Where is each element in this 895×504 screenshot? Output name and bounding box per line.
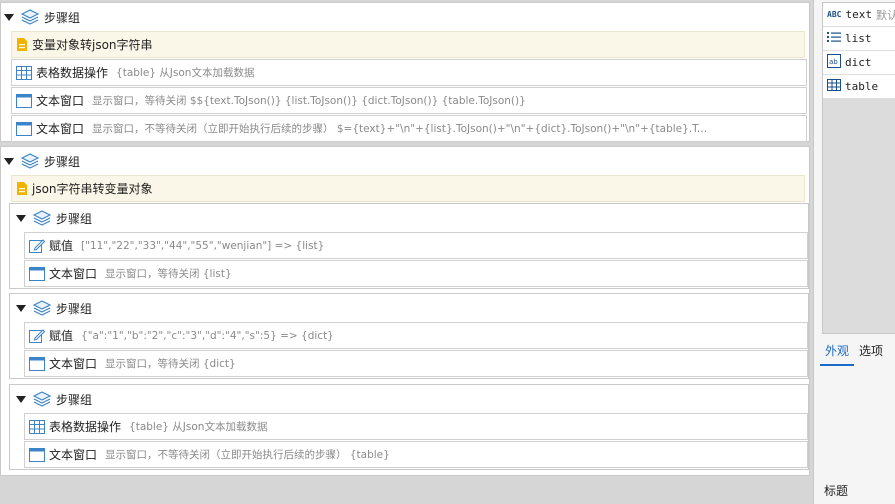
note-step[interactable]: json字符串转变量对象 [11,175,805,202]
step-description: 显示窗口，等待关闭 {list} [105,268,232,280]
step-row[interactable]: 文本窗口 显示窗口，等待关闭 {dict} [24,350,808,377]
step-group-title: 步骤组 [56,392,93,407]
step-description: 显示窗口，等待关闭 {dict} [105,358,236,370]
workflow-editor: 步骤组 变量对象转json字符串 表格数据操作 {table} 从Json文本加… [0,0,813,504]
variable-list[interactable]: ABC text 默认 list ab dict table [822,2,895,334]
svg-text:ab: ab [829,58,838,66]
layers-icon [33,391,51,407]
sub-step-group-1[interactable]: 步骤组 赋值 ["11","22","33","44","55","wenjia… [9,203,809,289]
step-label: 文本窗口 [36,122,85,136]
sub-step-group-2[interactable]: 步骤组 赋值 {"a":"1","b":"2","c":"3","d":"4",… [9,293,809,379]
step-label: 赋值 [49,329,74,343]
window-icon [29,356,45,371]
step-row[interactable]: 文本窗口 显示窗口，不等待关闭（立即开始执行后续的步骤） {table} [24,441,808,468]
step-group-header[interactable]: 步骤组 [16,205,92,231]
step-description: ["11","22","33","44","55","wenjian"] => … [81,239,325,252]
note-text: 变量对象转json字符串 [32,38,153,52]
edit-icon [29,328,45,343]
tab-options[interactable]: 选项 [854,340,888,366]
step-label: 文本窗口 [49,267,98,281]
variable-name: text [845,8,872,21]
step-group-title: 步骤组 [56,301,93,316]
variable-name: table [845,80,879,93]
step-label: 文本窗口 [49,448,98,462]
layers-icon [21,9,39,25]
title-label: 标题 [824,484,849,498]
variable-item-dict[interactable]: ab dict [823,51,895,75]
sub-step-group-3[interactable]: 步骤组 表格数据操作 {table} 从Json文本加载数据 文本窗口 显示窗口… [9,384,809,470]
property-tabs: 外观 选项 [820,340,888,366]
step-group-2[interactable]: 步骤组 json字符串转变量对象 步骤组 赋值 ["11","22","33",… [0,146,810,476]
step-description: 显示窗口，不等待关闭（立即开始执行后续的步骤） $={text}+"\n"+{l… [92,123,713,135]
step-group-header[interactable]: 步骤组 [4,4,80,30]
step-label: 表格数据操作 [36,66,109,80]
abc-icon: ABC [827,10,842,19]
properties-panel: ABC text 默认 list ab dict table 外观 选项 标题 [813,0,895,504]
layers-icon [33,210,51,226]
step-label: 文本窗口 [49,357,98,371]
step-description: {table} 从Json文本加载数据 [116,67,255,79]
step-group-header[interactable]: 步骤组 [4,148,80,174]
step-row[interactable]: 文本窗口 显示窗口，不等待关闭（立即开始执行后续的步骤） $={text}+"\… [11,115,807,142]
table-icon [29,419,45,434]
window-icon [29,447,45,462]
note-icon [16,37,28,52]
table-icon [16,65,32,80]
step-group-1[interactable]: 步骤组 变量对象转json字符串 表格数据操作 {table} 从Json文本加… [0,2,810,142]
step-row[interactable]: 赋值 ["11","22","33","44","55","wenjian"] … [24,232,808,259]
tab-appearance[interactable]: 外观 [820,340,855,366]
note-text: json字符串转变量对象 [32,182,153,196]
variable-item-text[interactable]: ABC text 默认 [823,3,895,27]
step-row[interactable]: 表格数据操作 {table} 从Json文本加载数据 [11,59,807,86]
step-row[interactable]: 文本窗口 显示窗口，等待关闭 {list} [24,260,808,287]
collapse-arrow-icon[interactable] [16,304,26,312]
variable-name: list [845,32,872,45]
step-label: 表格数据操作 [49,420,122,434]
variable-item-table[interactable]: table [823,75,895,99]
step-label: 赋值 [49,239,74,253]
collapse-arrow-icon[interactable] [4,13,14,21]
step-row[interactable]: 赋值 {"a":"1","b":"2","c":"3","d":"4","s":… [24,322,808,349]
layers-icon [21,153,39,169]
variable-extra: 默认 [875,8,895,22]
collapse-arrow-icon[interactable] [16,395,26,403]
window-icon [16,121,32,136]
step-group-title: 步骤组 [44,10,81,25]
variable-name: dict [845,56,872,69]
note-step[interactable]: 变量对象转json字符串 [11,31,805,58]
note-icon [16,181,28,196]
step-row[interactable]: 文本窗口 显示窗口，等待关闭 $${text.ToJson()} {list.T… [11,87,807,114]
step-description: 显示窗口，不等待关闭（立即开始执行后续的步骤） {table} [105,449,390,461]
step-description: 显示窗口，等待关闭 $${text.ToJson()} {list.ToJson… [92,95,526,107]
step-group-header[interactable]: 步骤组 [16,295,92,321]
step-row[interactable]: 表格数据操作 {table} 从Json文本加载数据 [24,413,808,440]
step-group-title: 步骤组 [56,211,93,226]
layers-icon [33,300,51,316]
variable-item-list[interactable]: list [823,27,895,51]
step-label: 文本窗口 [36,94,85,108]
table-icon [827,79,841,94]
collapse-arrow-icon[interactable] [16,214,26,222]
step-description: {table} 从Json文本加载数据 [129,421,268,433]
window-icon [16,93,32,108]
step-description: {"a":"1","b":"2","c":"3","d":"4","s":5} … [81,329,334,342]
collapse-arrow-icon[interactable] [4,157,14,165]
step-group-title: 步骤组 [44,154,81,169]
step-group-header[interactable]: 步骤组 [16,386,92,412]
edit-icon [29,238,45,253]
window-icon [29,266,45,281]
dict-icon: ab [827,54,841,71]
list-icon [827,31,841,46]
